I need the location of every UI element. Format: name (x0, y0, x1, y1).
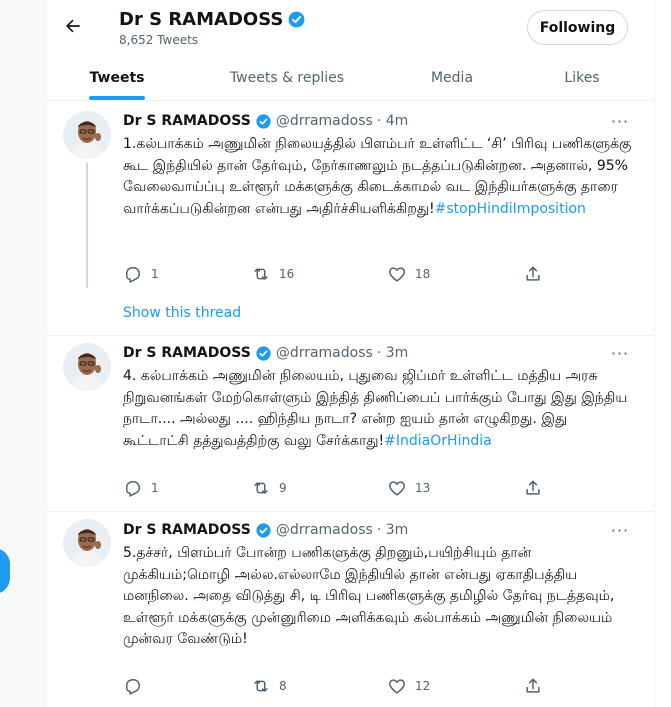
tweet-text: 4. கல்பாக்கம் அணுமின் நிலையம், புதுவை ஜி… (123, 366, 633, 452)
retweet-button[interactable]: 9 (251, 476, 287, 500)
like-count: 18 (415, 267, 431, 281)
like-icon (389, 679, 405, 694)
reply-icon (126, 267, 141, 283)
avatar[interactable] (63, 343, 111, 391)
more-options-button[interactable]: ··· (607, 111, 633, 131)
like-button[interactable]: 12 (387, 674, 430, 698)
share-icon (526, 480, 540, 495)
retweet-icon (254, 482, 268, 494)
share-button[interactable] (523, 476, 543, 500)
show-thread-link[interactable]: Show this thread (123, 305, 241, 321)
retweet-button[interactable]: 16 (251, 262, 294, 286)
hashtag-link[interactable]: #IndiaOrHindia (384, 433, 492, 449)
back-button[interactable] (61, 14, 85, 38)
retweet-icon (254, 680, 268, 692)
tab-likes[interactable]: Likes (517, 55, 647, 100)
tweet-body: 5.தச்சர், பிளம்பர் போன்ற பணிகளுக்கு திறன… (123, 545, 615, 647)
tab-label: Media (430, 69, 474, 86)
author-handle[interactable]: @drramadoss (276, 113, 373, 129)
profile-header: Dr S RAMADOSS 8,652 Tweets Following (47, 0, 653, 54)
like-count: 13 (415, 481, 431, 495)
reply-count: 1 (151, 481, 159, 495)
hashtag-link[interactable]: #stopHindiImposition (435, 201, 586, 217)
tweet-text: 1.கல்பாக்கம் அணுமின் நிலையத்தில் பிளம்பர… (123, 134, 633, 220)
retweet-count: 9 (279, 481, 287, 495)
tweet-time[interactable]: · 3m (377, 345, 408, 361)
retweet-icon (254, 268, 268, 280)
more-options-button[interactable]: ··· (607, 343, 633, 363)
tweet-divider (47, 511, 653, 512)
following-button[interactable]: Following (527, 10, 628, 45)
verified-badge-icon (256, 345, 271, 361)
retweet-count: 8 (279, 679, 287, 693)
tweet-count: 8,652 Tweets (119, 33, 199, 47)
avatar-image (63, 519, 111, 567)
tab-label: Tweets (89, 69, 145, 86)
tab-media[interactable]: Media (387, 55, 517, 100)
more-icon: ··· (610, 111, 630, 131)
thread-connector-line (86, 163, 88, 288)
tab-label: Tweets & replies (229, 69, 345, 86)
verified-badge-icon (288, 11, 305, 28)
tweet-header: Dr S RAMADOSS @drramadoss · 3m (123, 343, 408, 363)
retweet-count: 16 (279, 267, 295, 281)
tweet-time[interactable]: · 4m (377, 113, 408, 129)
profile-name-row: Dr S RAMADOSS (119, 9, 306, 30)
tweet-divider (47, 335, 653, 336)
verified-badge-icon (256, 113, 271, 129)
right-sidebar-edge (654, 0, 671, 707)
tweet-header: Dr S RAMADOSS @drramadoss · 4m (123, 111, 408, 131)
author-name[interactable]: Dr S RAMADOSS (123, 113, 251, 129)
retweet-button[interactable]: 8 (251, 674, 287, 698)
tweet-header: Dr S RAMADOSS @drramadoss · 3m (123, 520, 408, 540)
reply-icon (126, 481, 141, 497)
like-button[interactable]: 18 (387, 262, 430, 286)
reply-count: 1 (151, 267, 159, 281)
verified-badge-icon (256, 522, 271, 538)
avatar-image (63, 111, 111, 159)
avatar[interactable] (63, 519, 111, 567)
author-name[interactable]: Dr S RAMADOSS (123, 522, 251, 538)
reply-button[interactable]: 1 (123, 262, 159, 286)
tweet-time[interactable]: · 3m (377, 522, 408, 538)
author-handle[interactable]: @drramadoss (276, 345, 373, 361)
back-arrow-icon (66, 19, 80, 33)
like-count: 12 (415, 679, 431, 693)
share-icon (526, 678, 540, 693)
profile-tabs: Tweets Tweets & replies Media Likes (47, 55, 653, 101)
author-handle[interactable]: @drramadoss (276, 522, 373, 538)
reply-button[interactable]: 1 (123, 476, 159, 500)
avatar[interactable] (63, 111, 111, 159)
tab-label: Likes (564, 69, 600, 86)
tab-tweets-and-replies[interactable]: Tweets & replies (187, 55, 387, 100)
tweet-body: 4. கல்பாக்கம் அணுமின் நிலையம், புதுவை ஜி… (123, 368, 628, 449)
like-button[interactable]: 13 (387, 476, 430, 500)
share-button[interactable] (523, 262, 543, 286)
share-icon (526, 266, 540, 281)
share-button[interactable] (523, 674, 543, 698)
left-nav-edge (0, 0, 47, 707)
more-icon: ··· (610, 520, 630, 540)
tab-tweets[interactable]: Tweets (47, 55, 187, 100)
profile-timeline-column: Dr S RAMADOSS 8,652 Tweets Following Twe… (47, 0, 653, 707)
profile-name: Dr S RAMADOSS (119, 9, 284, 30)
like-icon (389, 267, 405, 282)
tweet-text: 5.தச்சர், பிளம்பர் போன்ற பணிகளுக்கு திறன… (123, 543, 633, 651)
reply-icon (126, 679, 141, 695)
author-name[interactable]: Dr S RAMADOSS (123, 345, 251, 361)
more-options-button[interactable]: ··· (607, 520, 633, 540)
active-tab-indicator (89, 96, 145, 100)
like-icon (389, 481, 405, 496)
reply-button[interactable] (123, 674, 151, 698)
avatar-image (63, 343, 111, 391)
more-icon: ··· (610, 343, 630, 363)
